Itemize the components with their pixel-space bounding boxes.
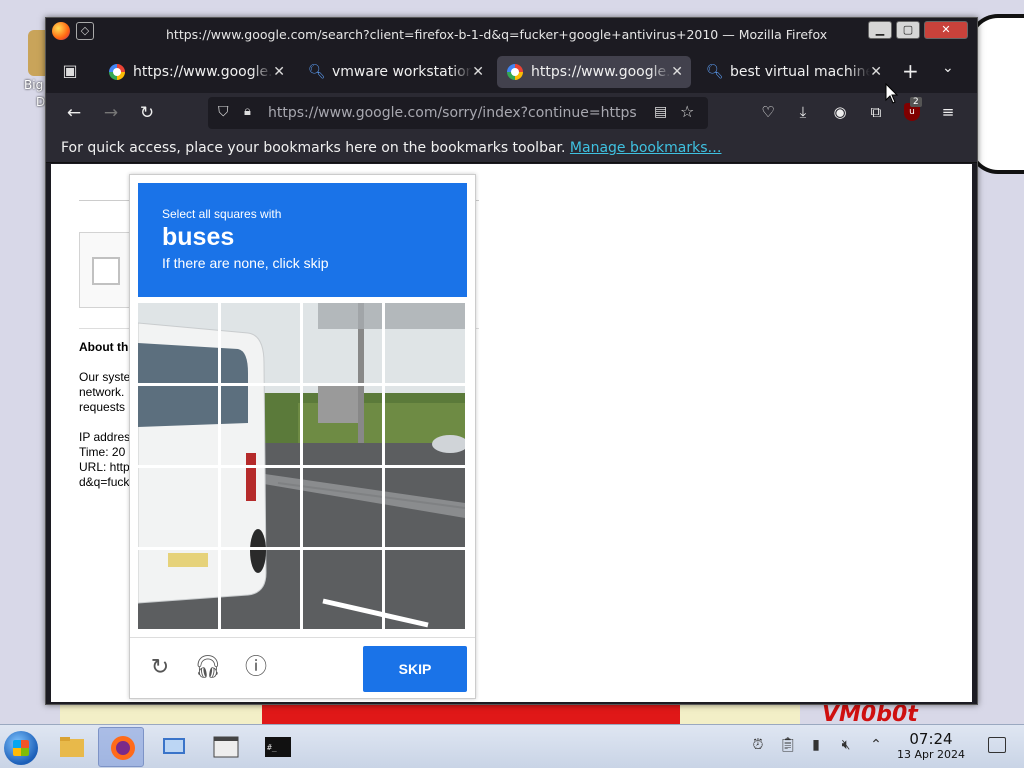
google-icon — [109, 64, 125, 80]
firefox-icon — [111, 736, 135, 760]
window-titlebar[interactable]: ◇ https://www.google.com/search?client=f… — [46, 18, 977, 49]
chevron-up-icon[interactable]: ⌃ — [866, 737, 886, 757]
window-title: https://www.google.com/search?client=fir… — [166, 27, 828, 42]
grid-line — [138, 383, 465, 386]
info-icon[interactable]: ⓘ — [242, 654, 270, 682]
captcha-image-grid[interactable] — [138, 303, 465, 629]
clock-date: 13 Apr 2024 — [896, 748, 965, 761]
taskbar-firefox[interactable] — [98, 727, 144, 767]
tab-label: https://www.google.c — [133, 64, 273, 80]
url-text[interactable]: https://www.google.com/sorry/index?conti… — [268, 105, 638, 121]
window-icon — [213, 736, 239, 758]
google-icon — [507, 64, 523, 80]
maximize-button[interactable]: ▢ — [896, 21, 920, 39]
skip-button[interactable]: SKIP — [363, 646, 467, 692]
reader-view-icon[interactable]: ▤ — [654, 104, 667, 120]
manage-bookmarks-link[interactable]: Manage bookmarks… — [570, 140, 722, 156]
alarm-icon[interactable]: ⏰︎ — [748, 737, 768, 757]
grid-line — [138, 465, 465, 468]
downloads-icon[interactable]: ⤓ — [792, 101, 814, 123]
battery-icon[interactable]: ▮ — [806, 737, 826, 757]
grid-line — [138, 547, 465, 550]
tab-bar: ▣ https://www.google.c ✕ 🔍︎ vmware works… — [46, 49, 977, 93]
captcha-footer: ↻ 🎧︎ ⓘ SKIP — [130, 637, 475, 699]
tab-close-icon[interactable]: ✕ — [472, 56, 484, 88]
bookmarks-toolbar: For quick access, place your bookmarks h… — [46, 133, 977, 163]
body-line: Our syste — [79, 370, 131, 384]
start-button[interactable] — [4, 731, 38, 765]
ip-line: IP addres — [79, 430, 131, 444]
navigation-toolbar: ← → ↻ ⛉ 🔒︎ https://www.google.com/sorry/… — [46, 93, 977, 133]
search-icon: 🔍︎ — [706, 64, 724, 80]
menu-icon[interactable]: ≡ — [937, 101, 959, 123]
audio-challenge-icon[interactable]: 🎧︎ — [194, 654, 222, 682]
pin-icon[interactable]: ◇ — [76, 22, 94, 40]
body-line: requests — [79, 400, 126, 414]
new-tab-button[interactable]: + — [902, 59, 919, 83]
clock-time: 07:24 — [909, 730, 953, 748]
captcha-instruction: Select all squares with — [162, 207, 282, 221]
list-tabs-button[interactable]: ⌄ — [942, 60, 954, 76]
forward-button[interactable]: → — [99, 101, 123, 125]
bookmarks-hint: For quick access, place your bookmarks h… — [61, 140, 566, 156]
show-desktop-button[interactable] — [988, 737, 1006, 753]
taskbar: #_ ⏰︎ 📋︎ ▮ 🔇︎ ⌃ 07:24 13 Apr 2024 — [0, 724, 1024, 768]
close-button[interactable]: ✕ — [924, 21, 968, 39]
url-line-cont: d&q=fuck — [79, 475, 130, 489]
reload-challenge-icon[interactable]: ↻ — [146, 654, 174, 682]
pocket-icon[interactable]: ♡ — [757, 101, 779, 123]
terminal-icon: #_ — [265, 737, 291, 757]
tab-label: https://www.google.c — [531, 64, 671, 80]
lock-icon[interactable]: 🔒︎ — [244, 104, 251, 119]
network-icon — [163, 738, 185, 754]
captcha-challenge: Select all squares with buses If there a… — [129, 174, 476, 699]
tab-google-active[interactable]: https://www.google.c ✕ — [497, 56, 691, 88]
search-icon: 🔍︎ — [308, 64, 326, 80]
firefox-window: ◇ https://www.google.com/search?client=f… — [45, 17, 978, 705]
taskbar-network[interactable] — [150, 727, 196, 767]
tab-vmware[interactable]: 🔍︎ vmware workstation ✕ — [298, 56, 492, 88]
minimize-button[interactable]: ▁ — [868, 21, 892, 39]
taskbar-window[interactable] — [202, 727, 248, 767]
taskbar-file-manager[interactable] — [48, 727, 94, 767]
captcha-hint: If there are none, click skip — [162, 255, 329, 271]
body-line: network. — [79, 385, 125, 399]
shield-icon[interactable]: ⛉ — [218, 104, 229, 120]
reload-button[interactable]: ↻ — [135, 101, 159, 125]
tab-best-vm[interactable]: 🔍︎ best virtual machine ✕ — [696, 56, 890, 88]
about-heading: About th — [79, 340, 129, 354]
taskbar-terminal[interactable]: #_ — [254, 727, 300, 767]
tab-close-icon[interactable]: ✕ — [870, 56, 882, 88]
svg-text:#_: #_ — [267, 743, 277, 752]
address-bar[interactable]: ⛉ 🔒︎ https://www.google.com/sorry/index?… — [208, 97, 708, 129]
desktop-icon-label: Big — [24, 78, 44, 92]
volume-muted-icon[interactable]: 🔇︎ — [836, 737, 856, 757]
time-line: Time: 20 — [79, 445, 126, 459]
captcha-header: Select all squares with buses If there a… — [138, 183, 467, 297]
firefox-icon — [52, 22, 70, 40]
tab-close-icon[interactable]: ✕ — [671, 56, 683, 88]
url-line: URL: http — [79, 460, 130, 474]
wallpaper-watermark: VM0b0t — [822, 702, 918, 724]
clipboard-icon[interactable]: 📋︎ — [778, 737, 798, 757]
extensions-icon[interactable]: ⧉ — [865, 101, 887, 123]
firefox-view-icon[interactable]: ▣ — [60, 61, 80, 81]
clock[interactable]: 07:24 13 Apr 2024 — [890, 731, 972, 763]
tab-google-1[interactable]: https://www.google.c ✕ — [99, 56, 293, 88]
captcha-target: buses — [162, 223, 235, 251]
tab-label: vmware workstation — [332, 64, 472, 80]
page-content: About th Our syste network. requests IP … — [51, 164, 972, 702]
back-button[interactable]: ← — [62, 101, 86, 125]
bookmark-star-icon[interactable]: ☆ — [680, 102, 694, 121]
tab-label: best virtual machine — [730, 64, 870, 80]
extension-badge: 2 — [910, 97, 922, 107]
account-icon[interactable]: ◉ — [829, 101, 851, 123]
mouse-cursor-icon — [885, 83, 899, 104]
folder-icon — [60, 737, 84, 757]
recaptcha-checkbox[interactable] — [92, 257, 120, 285]
tab-close-icon[interactable]: ✕ — [273, 56, 285, 88]
